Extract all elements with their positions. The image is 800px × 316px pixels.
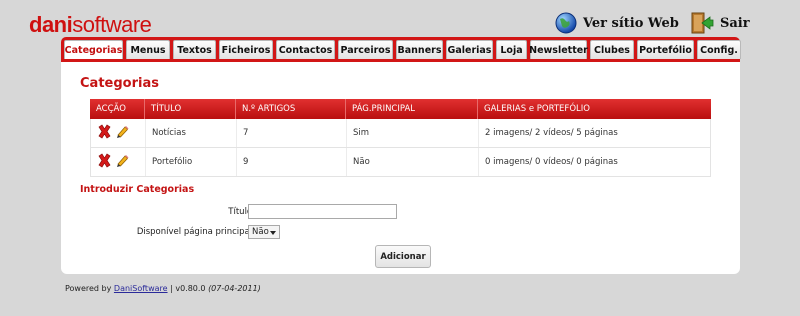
brand-logo: danisoftware xyxy=(29,12,152,38)
form-heading: Introduzir Categorias xyxy=(80,184,195,195)
tab-config[interactable]: Config. xyxy=(697,40,741,59)
footer-vendor-link[interactable]: DaniSoftware xyxy=(114,284,168,293)
column-header-articles: N.º ARTIGOS xyxy=(235,99,345,119)
page-title: Categorias xyxy=(80,76,159,91)
tab-menus[interactable]: Menus xyxy=(126,40,170,59)
brand-part-dani: dani xyxy=(29,12,73,37)
footer-version: | v0.80.0 xyxy=(167,284,209,293)
row-title: Portefólio xyxy=(145,148,236,176)
tab-clubes[interactable]: Clubes xyxy=(590,40,634,59)
column-header-main-page: PÁG.PRINCIPAL xyxy=(345,99,477,119)
table-row: Portefólio 9 Não 0 imagens/ 0 vídeos/ 0 … xyxy=(90,148,711,177)
main-tab-bar: Categorias Menus Textos Ficheiros Contactos P… xyxy=(61,37,741,62)
edit-icon[interactable] xyxy=(115,124,130,142)
exit-door-icon xyxy=(691,12,714,34)
row-actions xyxy=(91,119,145,147)
footer: Powered by DaniSoftware | v0.80.0 (07-04… xyxy=(65,284,261,293)
add-category-button[interactable]: Adicionar xyxy=(375,245,431,268)
main-page-field-label: Disponível página principal: xyxy=(136,227,255,237)
tab-parceiros[interactable]: Parceiros xyxy=(338,40,393,59)
table-row: Notícias 7 Sim 2 imagens/ 2 vídeos/ 5 pá… xyxy=(90,119,711,148)
title-field-label: Título: xyxy=(228,207,255,217)
row-galleries: 0 imagens/ 0 vídeos/ 0 páginas xyxy=(478,148,712,176)
logout-link[interactable]: Sair xyxy=(690,12,750,34)
footer-prefix: Powered by xyxy=(65,284,114,293)
tab-categorias[interactable]: Categorias xyxy=(64,40,123,59)
tab-loja[interactable]: Loja xyxy=(496,40,527,59)
tab-portef-lio[interactable]: Portefólio xyxy=(637,40,694,59)
main-page-select[interactable]: Não xyxy=(248,225,280,239)
edit-icon[interactable] xyxy=(115,153,130,171)
view-site-label: Ver sítio Web xyxy=(583,15,679,31)
tab-banners[interactable]: Banners xyxy=(396,40,443,59)
tab-textos[interactable]: Textos xyxy=(173,40,216,59)
row-main-page: Sim xyxy=(346,119,478,147)
chevron-down-icon xyxy=(270,231,276,235)
tab-galerias[interactable]: Galerias xyxy=(446,40,493,59)
tab-ficheiros[interactable]: Ficheiros xyxy=(219,40,273,59)
categories-table: ACÇÃO TÍTULO N.º ARTIGOS PÁG.PRINCIPAL G… xyxy=(90,99,711,177)
globe-icon xyxy=(555,12,577,34)
tab-newsletter[interactable]: Newsletter xyxy=(529,40,588,59)
row-galleries: 2 imagens/ 2 vídeos/ 5 páginas xyxy=(478,119,712,147)
delete-icon[interactable] xyxy=(97,124,112,142)
row-title: Notícias xyxy=(145,119,236,147)
column-header-action: ACÇÃO xyxy=(96,104,126,114)
brand-part-software: software xyxy=(72,12,152,37)
row-articles: 7 xyxy=(236,119,346,147)
column-header-galleries: GALERIAS e PORTEFÓLIO xyxy=(477,99,711,119)
row-articles: 9 xyxy=(236,148,346,176)
content-panel: Categorias ACÇÃO TÍTULO N.º ARTIGOS PÁG.… xyxy=(61,62,740,274)
view-site-link[interactable]: Ver sítio Web xyxy=(555,12,679,34)
footer-date: (07-04-2011) xyxy=(208,284,261,293)
tab-contactos[interactable]: Contactos xyxy=(276,40,335,59)
table-header: ACÇÃO TÍTULO N.º ARTIGOS PÁG.PRINCIPAL G… xyxy=(90,99,711,119)
main-page-select-value: Não xyxy=(252,227,269,237)
logout-label: Sair xyxy=(720,15,750,31)
row-actions xyxy=(91,148,145,176)
delete-icon[interactable] xyxy=(97,153,112,171)
column-header-title: TÍTULO xyxy=(144,99,235,119)
row-main-page: Não xyxy=(346,148,478,176)
title-input[interactable] xyxy=(248,204,397,219)
